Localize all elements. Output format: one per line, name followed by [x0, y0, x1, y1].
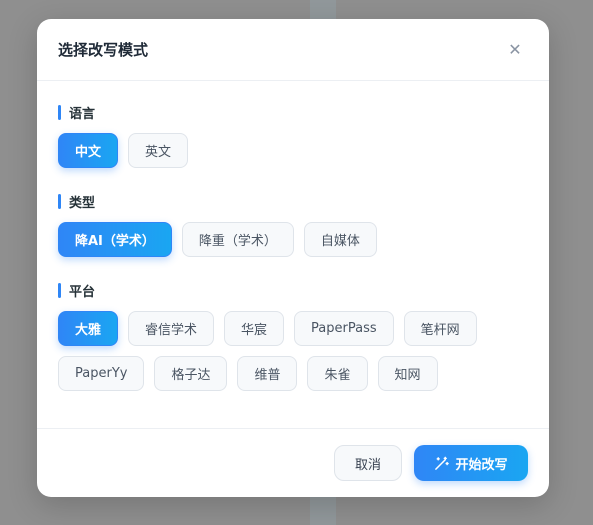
type-section-title: 类型	[69, 195, 96, 211]
language-option-english[interactable]: 英文	[128, 133, 189, 168]
close-icon[interactable]: ✕	[503, 38, 527, 62]
platform-option-cnki[interactable]: 知网	[377, 356, 438, 391]
language-option-chinese[interactable]: 中文	[58, 133, 119, 168]
type-option-reduce-ai[interactable]: 降AI（学术）	[58, 222, 172, 257]
platform-section-header: 平台	[58, 281, 528, 300]
section-accent-bar	[58, 193, 61, 209]
start-rewrite-label: 开始改写	[455, 457, 508, 473]
platform-option-huachen[interactable]: 华宸	[224, 311, 285, 346]
type-section-header: 类型	[58, 192, 528, 211]
platform-options: 大雅 睿信学术 华宸 PaperPass 笔杆网 PaperYy 格子达 维普 …	[58, 311, 528, 391]
section-accent-bar	[58, 282, 61, 298]
platform-option-zhuque[interactable]: 朱雀	[307, 356, 368, 391]
platform-section-title: 平台	[69, 284, 96, 300]
language-section: 语言 中文 英文	[58, 103, 528, 168]
language-section-title: 语言	[69, 106, 96, 122]
platform-option-ruixin[interactable]: 睿信学术	[128, 311, 215, 346]
language-section-header: 语言	[58, 103, 528, 122]
cancel-button[interactable]: 取消	[334, 445, 402, 481]
type-section: 类型 降AI（学术） 降重（学术） 自媒体	[58, 192, 528, 257]
section-accent-bar	[58, 104, 61, 120]
platform-option-paperyy[interactable]: PaperYy	[58, 356, 145, 391]
platform-option-daya[interactable]: 大雅	[58, 311, 119, 346]
start-rewrite-button[interactable]: 开始改写	[414, 445, 528, 481]
dialog-footer: 取消 开始改写	[37, 428, 549, 497]
platform-option-bigan[interactable]: 笔杆网	[403, 311, 477, 346]
dialog-header: 选择改写模式 ✕	[37, 19, 549, 81]
platform-option-weipu[interactable]: 维普	[237, 356, 298, 391]
rewrite-mode-dialog: 选择改写模式 ✕ 语言 中文 英文 类型 降AI（学术） 降重（学术） 自媒体	[37, 19, 549, 497]
type-option-self-media[interactable]: 自媒体	[303, 222, 377, 257]
type-option-reduce-duplication[interactable]: 降重（学术）	[181, 222, 294, 257]
platform-option-paperpass[interactable]: PaperPass	[294, 311, 394, 346]
platform-section: 平台 大雅 睿信学术 华宸 PaperPass 笔杆网 PaperYy 格子达 …	[58, 281, 528, 391]
dialog-title: 选择改写模式	[58, 41, 149, 59]
dialog-body: 语言 中文 英文 类型 降AI（学术） 降重（学术） 自媒体 平台 大雅 睿信学…	[37, 81, 549, 391]
language-options: 中文 英文	[58, 133, 528, 168]
magic-wand-icon	[434, 456, 450, 471]
type-options: 降AI（学术） 降重（学术） 自媒体	[58, 222, 528, 257]
platform-option-gezida[interactable]: 格子达	[154, 356, 228, 391]
